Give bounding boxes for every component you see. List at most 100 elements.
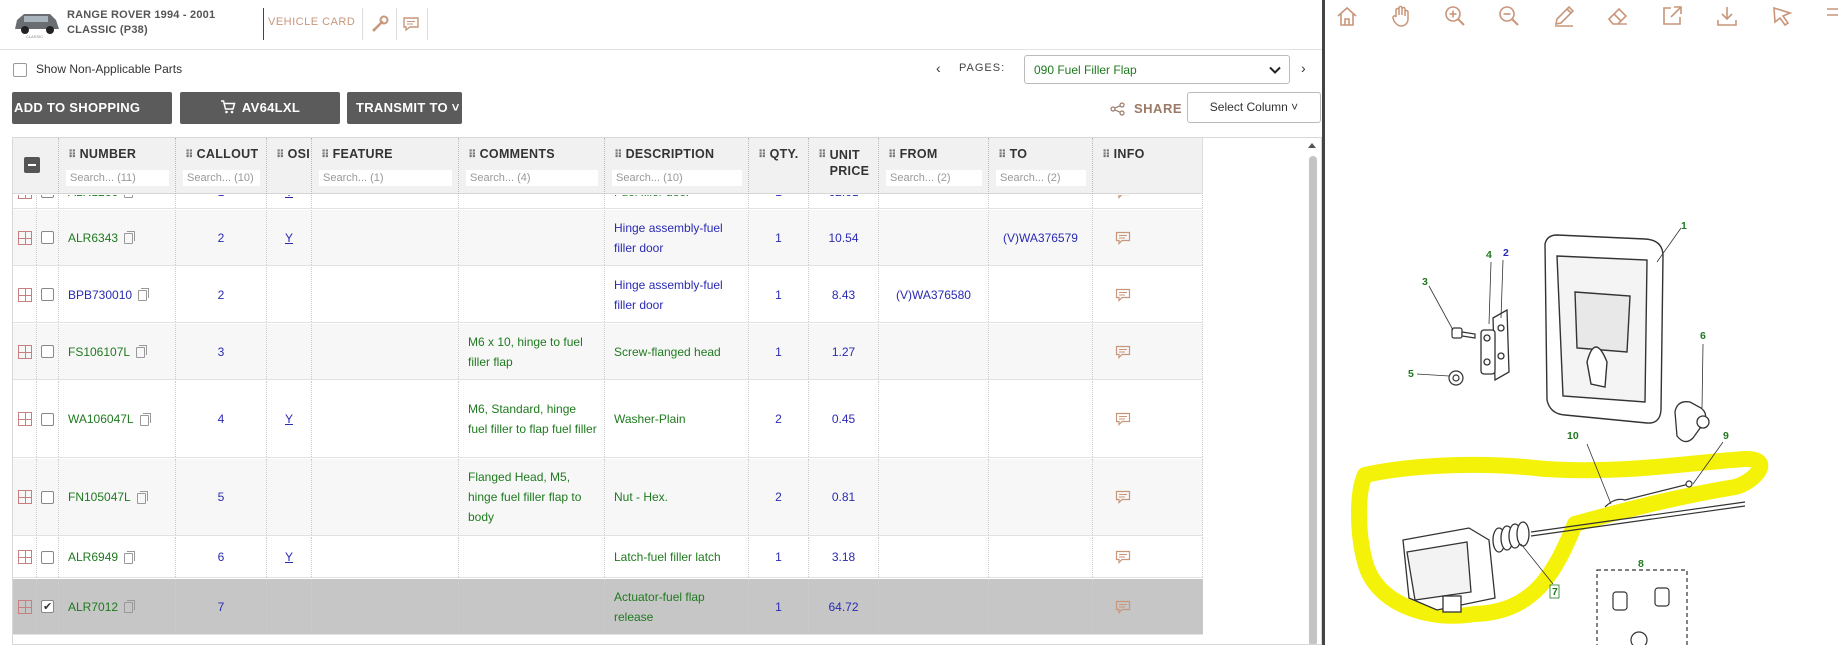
callout-search-input[interactable]: Search... (10)	[183, 170, 260, 186]
table-row[interactable]: FN105047L 5 Flanged Head, M5, hinge fuel…	[13, 459, 1203, 536]
drag-handle-icon[interactable]: ⠿	[321, 148, 330, 161]
copy-icon[interactable]	[124, 600, 136, 613]
comment-icon[interactable]	[1115, 288, 1131, 302]
drag-handle-icon[interactable]: ⠿	[614, 148, 623, 161]
row-checkbox[interactable]	[41, 231, 54, 244]
scrollbar-thumb[interactable]	[1309, 156, 1317, 644]
eraser-icon[interactable]	[1605, 3, 1631, 29]
expand-icon[interactable]	[17, 195, 32, 199]
part-number[interactable]: WA106047L	[68, 409, 134, 429]
part-number-cell[interactable]: WA106047L	[59, 381, 176, 457]
part-number-cell[interactable]: ALR6949	[59, 537, 176, 577]
table-row[interactable]: ALR1266 1 Y Fuel filler door 1 62.61	[13, 195, 1203, 209]
copy-icon[interactable]	[124, 195, 134, 198]
drag-handle-icon[interactable]: ⠿	[998, 148, 1007, 161]
osi-link[interactable]: Y	[285, 409, 293, 429]
share-button[interactable]: SHARE	[1134, 101, 1182, 116]
drag-handle-icon[interactable]: ⠿	[818, 147, 827, 179]
copy-icon[interactable]	[138, 288, 150, 301]
column-unit-price[interactable]: ⠿ UNIT PRICE	[809, 138, 879, 194]
comment-icon[interactable]	[1115, 412, 1131, 426]
part-number-cell[interactable]: ALR7012	[59, 579, 176, 634]
part-number-cell[interactable]: FN105047L	[59, 459, 176, 535]
pages-select[interactable]: 090 Fuel Filler Flap	[1024, 55, 1290, 84]
feature-search-input[interactable]: Search... (1)	[319, 170, 452, 186]
drag-handle-icon[interactable]: ⠿	[888, 148, 897, 161]
osi-link[interactable]: Y	[285, 228, 293, 248]
row-checkbox[interactable]	[41, 345, 54, 358]
drag-handle-icon[interactable]: ⠿	[276, 148, 285, 161]
column-to[interactable]: ⠿ TO Search... (2)	[989, 138, 1093, 194]
drag-handle-icon[interactable]: ⠿	[1102, 148, 1111, 161]
row-checkbox[interactable]	[41, 288, 54, 301]
copy-icon[interactable]	[136, 345, 148, 358]
pan-icon[interactable]	[1388, 3, 1414, 29]
part-number-cell[interactable]: ALR6343	[59, 210, 176, 265]
expand-icon[interactable]	[17, 287, 32, 302]
copy-icon[interactable]	[139, 412, 151, 426]
download-icon[interactable]	[1714, 3, 1740, 29]
column-callout[interactable]: ⠿ CALLOUT Search... (10)	[176, 138, 267, 194]
add-to-shopping-list-button[interactable]: ADD TO SHOPPING LIST	[12, 92, 172, 147]
copy-icon[interactable]	[136, 490, 148, 504]
row-checkbox[interactable]	[41, 195, 54, 198]
part-number-cell[interactable]: FS106107L	[59, 324, 176, 379]
comment-icon[interactable]	[401, 14, 421, 34]
table-row[interactable]: BPB730010 2 Hinge assembly-fuel filler d…	[13, 267, 1203, 323]
part-number-cell[interactable]: ALR1266	[59, 195, 176, 208]
column-description[interactable]: ⠿ DESCRIPTION Search... (10)	[605, 138, 749, 194]
table-row[interactable]: ALR6343 2 Y Hinge assembly-fuel filler d…	[13, 210, 1203, 266]
show-non-applicable-checkbox[interactable]	[13, 63, 27, 77]
expand-icon[interactable]	[17, 344, 32, 359]
to-search-input[interactable]: Search... (2)	[996, 170, 1086, 186]
row-checkbox[interactable]	[41, 412, 54, 426]
part-number[interactable]: ALR1266	[68, 195, 118, 202]
row-checkbox[interactable]	[41, 597, 54, 617]
expand-icon[interactable]	[17, 412, 32, 426]
comments-search-input[interactable]: Search... (4)	[466, 170, 598, 186]
copy-icon[interactable]	[124, 231, 136, 244]
expand-icon[interactable]	[17, 599, 32, 614]
expand-icon[interactable]	[17, 230, 32, 245]
wrench-icon[interactable]	[369, 13, 391, 35]
part-number[interactable]: ALR6343	[68, 228, 118, 248]
part-number[interactable]: BPB730010	[68, 285, 132, 305]
share-icon[interactable]	[1110, 102, 1126, 116]
column-osi[interactable]: ⠿ OSI	[267, 138, 312, 194]
zoom-in-icon[interactable]	[1442, 3, 1468, 29]
comment-icon[interactable]	[1115, 550, 1131, 564]
transmit-to-button[interactable]: TRANSMIT TO ˅	[347, 92, 462, 124]
column-from[interactable]: ⠿ FROM Search... (2)	[879, 138, 989, 194]
column-info[interactable]: ⠿ INFO	[1093, 138, 1203, 194]
comment-icon[interactable]	[1115, 490, 1131, 504]
next-page-button[interactable]: ›	[1301, 60, 1306, 76]
column-qty[interactable]: ⠿ QTY.	[749, 138, 809, 194]
select-all-checkbox[interactable]	[24, 157, 40, 173]
part-number[interactable]: FN105047L	[68, 487, 131, 507]
table-row[interactable]: WA106047L 4 Y M6, Standard, hinge fuel f…	[13, 381, 1203, 458]
column-comments[interactable]: ⠿ COMMENTS Search... (4)	[459, 138, 605, 194]
table-row[interactable]: ALR7012 7 Actuator-fuel flap release 1 6…	[13, 579, 1203, 635]
comment-icon[interactable]	[1115, 231, 1131, 245]
table-row[interactable]: ALR6949 6 Y Latch-fuel filler latch 1 3.…	[13, 537, 1203, 578]
drag-handle-icon[interactable]: ⠿	[468, 148, 477, 161]
external-link-icon[interactable]	[1659, 3, 1685, 29]
comment-icon[interactable]	[1115, 345, 1131, 359]
table-row[interactable]: FS106107L 3 M6 x 10, hinge to fuel fille…	[13, 324, 1203, 380]
copy-icon[interactable]	[124, 550, 136, 564]
row-checkbox[interactable]	[41, 490, 54, 504]
parts-diagram[interactable]: 1 2 3 4 5 6 7 8 9 10	[1325, 32, 1838, 645]
part-number-cell[interactable]: BPB730010	[59, 267, 176, 322]
select-column-dropdown[interactable]: Select Column ˅	[1187, 92, 1321, 123]
scroll-up-arrow-icon[interactable]	[1308, 143, 1316, 148]
column-feature[interactable]: ⠿ FEATURE Search... (1)	[312, 138, 459, 194]
osi-link[interactable]: Y	[285, 547, 293, 567]
home-icon[interactable]	[1334, 3, 1360, 29]
zoom-out-icon[interactable]	[1496, 3, 1522, 29]
osi-link[interactable]: Y	[285, 195, 293, 202]
expand-icon[interactable]	[17, 550, 32, 564]
select-icon[interactable]	[1769, 3, 1795, 29]
row-checkbox[interactable]	[41, 550, 54, 564]
column-number[interactable]: ⠿ NUMBER Search... (11)	[59, 138, 176, 194]
comment-icon[interactable]	[1115, 600, 1131, 614]
